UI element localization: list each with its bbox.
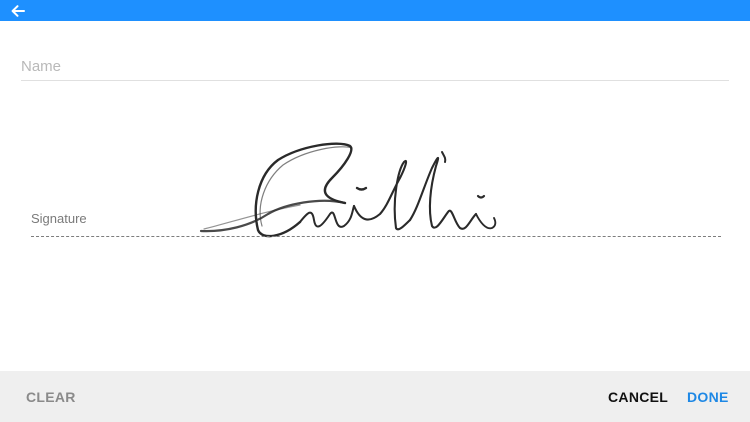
done-button[interactable]: DONE <box>687 371 729 422</box>
clear-button[interactable]: CLEAR <box>26 371 76 422</box>
arrow-left-icon <box>11 4 25 17</box>
signature-stroke <box>199 142 497 238</box>
back-button[interactable] <box>8 2 28 19</box>
cancel-button[interactable]: CANCEL <box>608 371 668 422</box>
name-field[interactable] <box>21 52 729 81</box>
signature-label: Signature <box>31 211 87 226</box>
action-bar: CLEAR CANCEL DONE <box>0 371 750 422</box>
signature-baseline <box>31 236 721 237</box>
signature-dialog: Signature CLEAR CANCEL DONE <box>0 0 750 422</box>
signature-pad[interactable] <box>0 110 750 360</box>
app-bar <box>0 0 750 21</box>
